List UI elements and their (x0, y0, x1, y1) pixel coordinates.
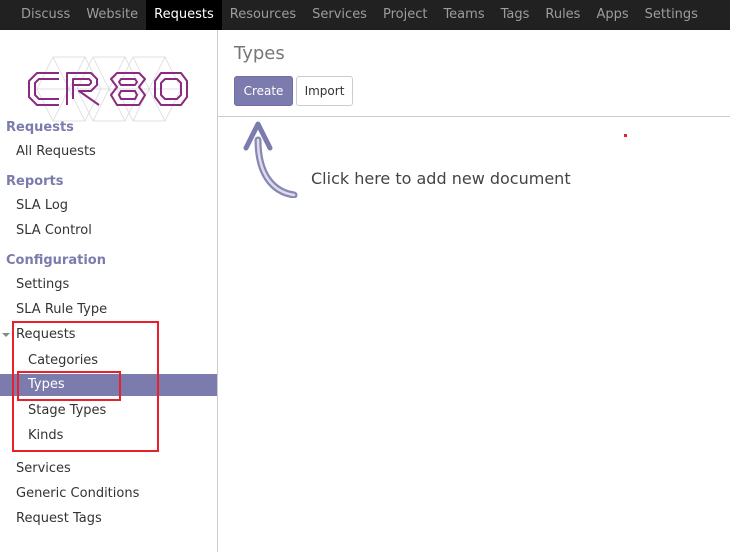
page-title: Types (234, 43, 285, 64)
nav-tags[interactable]: Tags (493, 0, 538, 30)
nav-settings[interactable]: Settings (637, 0, 706, 30)
nav-teams[interactable]: Teams (435, 0, 492, 30)
section-requests: Requests (6, 120, 74, 135)
empty-state-hint: Click here to add new document (311, 169, 571, 188)
section-reports: Reports (6, 174, 64, 189)
nav-apps[interactable]: Apps (588, 0, 636, 30)
sidebar-item-sla-control[interactable]: SLA Control (16, 223, 92, 238)
highlight-box-types (17, 371, 121, 401)
section-configuration: Configuration (6, 253, 106, 268)
nav-resources[interactable]: Resources (222, 0, 304, 30)
caret-down-icon[interactable] (2, 333, 10, 337)
company-logo[interactable] (25, 49, 191, 129)
top-navbar: Discuss Website Requests Resources Servi… (0, 0, 730, 30)
sidebar-item-generic-conditions[interactable]: Generic Conditions (16, 486, 139, 501)
control-panel-divider (218, 116, 730, 117)
sidebar-item-settings[interactable]: Settings (16, 277, 69, 292)
sidebar-item-sla-log[interactable]: SLA Log (16, 198, 68, 213)
red-dot-marker (624, 134, 627, 137)
sidebar-item-services[interactable]: Services (16, 461, 71, 476)
sidebar-item-all-requests[interactable]: All Requests (16, 144, 96, 159)
curved-arrow-up-icon (243, 121, 298, 198)
main-content: Types Create Import Click here to add ne… (218, 30, 730, 552)
sidebar: Requests All Requests Reports SLA Log SL… (0, 30, 218, 552)
create-button[interactable]: Create (234, 76, 293, 106)
nav-rules[interactable]: Rules (537, 0, 588, 30)
nav-discuss[interactable]: Discuss (13, 0, 78, 30)
sidebar-item-request-tags[interactable]: Request Tags (16, 511, 102, 526)
sidebar-item-sla-rule-type[interactable]: SLA Rule Type (16, 302, 107, 317)
nav-requests[interactable]: Requests (146, 0, 222, 30)
nav-website[interactable]: Website (78, 0, 146, 30)
import-button[interactable]: Import (296, 76, 353, 106)
nav-services[interactable]: Services (304, 0, 375, 30)
nav-project[interactable]: Project (375, 0, 435, 30)
